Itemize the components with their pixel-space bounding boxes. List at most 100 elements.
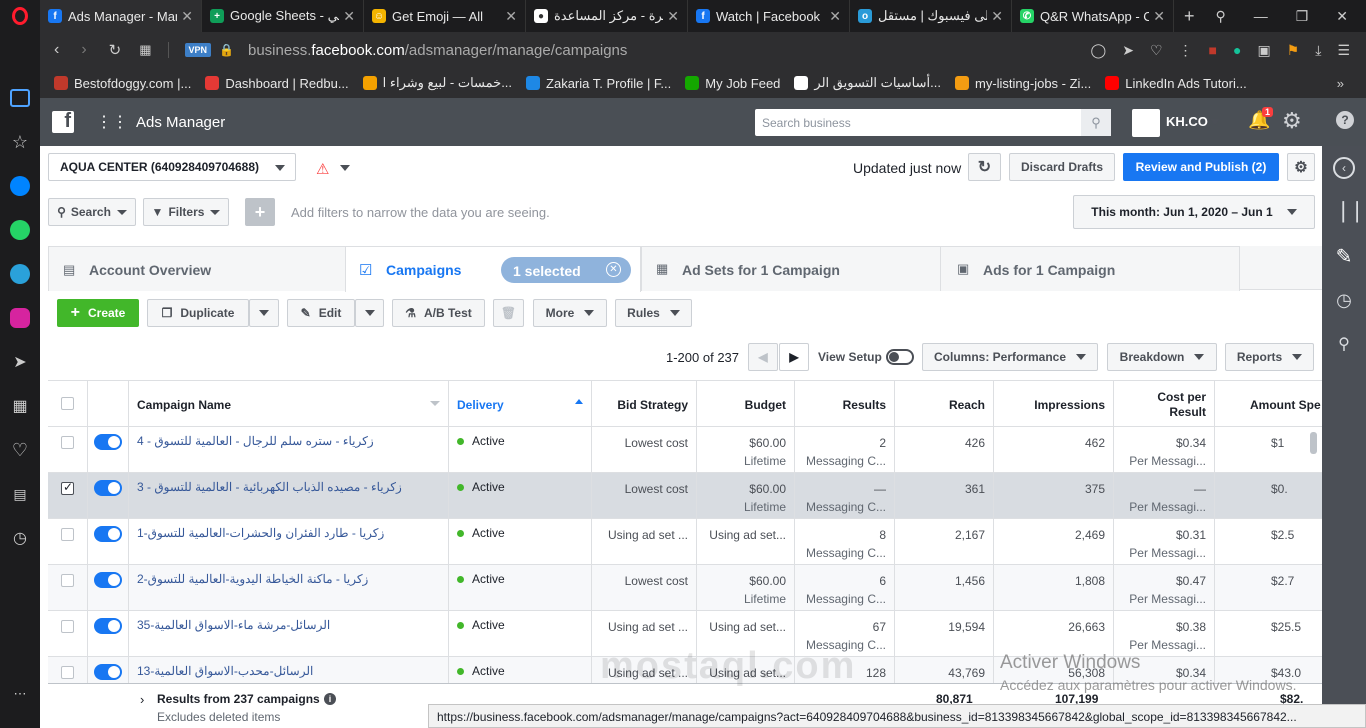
settings-button[interactable]: ⚙ (1287, 153, 1315, 181)
edit-dropdown[interactable] (355, 299, 384, 327)
budget-value[interactable]: Using ad set... (709, 620, 786, 634)
add-filter-button[interactable]: + (245, 198, 275, 226)
ab-test-button[interactable]: ⚗ A/B Test (392, 299, 485, 327)
campaign-toggle[interactable] (94, 480, 122, 496)
row-checkbox[interactable] (61, 436, 74, 449)
budget-value[interactable]: Using ad set... (709, 528, 786, 542)
tab-close-icon[interactable]: ✕ (1153, 8, 1165, 25)
warning-icon[interactable]: ⚠ (316, 160, 329, 178)
reports-button[interactable]: Reports (1225, 343, 1314, 371)
minimize-icon[interactable]: — (1254, 8, 1268, 25)
campaign-name-link[interactable]: 4 - زكرياء - ستره سلم للرجال - العالمية … (137, 434, 374, 448)
row-checkbox[interactable] (61, 528, 74, 541)
prev-page-button[interactable]: ◀ (748, 343, 778, 371)
columns-button[interactable]: Columns: Performance (922, 343, 1098, 371)
tab-account-overview[interactable]: ▤ Account Overview (48, 246, 346, 291)
charts-icon[interactable]: ▕▕ (1322, 190, 1366, 234)
campaign-name-link[interactable]: 35-الرسائل-مرشة ماء-الاسواق العالمية (137, 618, 330, 632)
inspect-icon[interactable]: ⚲ (1322, 322, 1366, 366)
header-bid-strategy[interactable]: Bid Strategy (592, 381, 697, 426)
send-icon[interactable]: ➤ (1122, 42, 1134, 59)
sidebar-more-icon[interactable]: ⋯ (0, 672, 40, 716)
header-amount-spent[interactable]: Amount Spe (1215, 381, 1322, 426)
bookmark-item[interactable]: Zakaria T. Profile | F... (526, 75, 671, 91)
campaign-toggle[interactable] (94, 664, 122, 680)
tab-ads[interactable]: ▣ Ads for 1 Campaign (940, 246, 1240, 291)
breakdown-button[interactable]: Breakdown (1107, 343, 1217, 371)
campaign-toggle[interactable] (94, 572, 122, 588)
table-row[interactable]: ✓ 3 - زكرياء - مصيده الذباب الكهربائية -… (48, 473, 1322, 519)
bookmark-item[interactable]: أساسيات التسويق الر... (794, 75, 941, 91)
browser-tab[interactable]: f Watch | Facebook ✕ (688, 0, 850, 32)
gear-icon[interactable]: ⚙ (1282, 108, 1302, 134)
campaign-toggle[interactable] (94, 526, 122, 542)
filter-placeholder[interactable]: Add filters to narrow the data you are s… (291, 205, 550, 220)
clear-selection-icon[interactable]: ✕ (606, 262, 621, 277)
discard-drafts-button[interactable]: Discard Drafts (1009, 153, 1115, 181)
search-button[interactable]: ⚲ Search (48, 198, 136, 226)
duplicate-dropdown[interactable] (249, 299, 279, 327)
rules-button[interactable]: Rules (615, 299, 692, 327)
heart-icon[interactable]: ♡ (1150, 42, 1163, 59)
whatsapp-icon[interactable] (0, 208, 40, 252)
bookmark-item[interactable]: LinkedIn Ads Tutori... (1105, 75, 1247, 91)
refresh-button[interactable]: ↻ (968, 153, 1001, 181)
tab-close-icon[interactable]: ✕ (829, 8, 841, 25)
tab-close-icon[interactable]: ✕ (667, 8, 679, 25)
search-tabs-icon[interactable]: ⚲ (1215, 8, 1225, 25)
campaign-name-link[interactable]: 1-زكريا - طارد الفئران والحشرات-العالمية… (137, 526, 384, 540)
budget-value[interactable]: $60.00 (749, 574, 786, 588)
easy-setup-icon[interactable]: ☰ (1337, 42, 1350, 59)
star-icon[interactable]: ☆ (0, 120, 40, 164)
close-window-icon[interactable]: ✕ (1336, 8, 1348, 25)
row-checkbox[interactable] (61, 574, 74, 587)
campaign-name-link[interactable]: 2-زكريا - ماكنة الخياطة اليدوية-العالمية… (137, 572, 368, 586)
more-bookmarks-icon[interactable]: » (1337, 76, 1366, 91)
budget-value[interactable]: $60.00 (749, 436, 786, 450)
browser-tab[interactable]: f Ads Manager - Man ✕ (40, 0, 202, 32)
extension-icon[interactable]: ▣ (1257, 42, 1270, 59)
business-search-input[interactable]: Search business ⚲ (755, 109, 1111, 136)
grammarly-icon[interactable]: ● (1233, 42, 1241, 59)
pencil-icon[interactable]: ✎ (1322, 234, 1366, 278)
warning-chevron-icon[interactable] (340, 165, 350, 171)
select-all-checkbox[interactable] (61, 397, 74, 410)
app-name[interactable]: Ads Manager (136, 114, 225, 131)
campaign-name-link[interactable]: 13-الرسائل-محدب-الاسواق العالمية (137, 664, 313, 678)
tab-close-icon[interactable]: ✕ (343, 8, 355, 25)
tab-close-icon[interactable]: ✕ (181, 8, 193, 25)
browser-tab[interactable]: + Google Sheets - الي ✕ (202, 0, 364, 32)
collapse-rail-icon[interactable]: ‹ (1322, 146, 1366, 190)
apps-grid-icon[interactable]: ▦ (0, 384, 40, 428)
bookmark-item[interactable]: Bestofdoggy.com |... (54, 75, 191, 91)
table-scrollbar[interactable] (1310, 432, 1317, 454)
business-avatar[interactable] (1132, 109, 1160, 137)
extension-bookmark-icon[interactable]: ⚑ (1287, 42, 1300, 59)
account-chevron-icon[interactable] (1210, 119, 1220, 125)
header-delivery[interactable]: Delivery (449, 381, 592, 426)
apps-menu-icon[interactable]: ⋮⋮ (96, 112, 128, 132)
browser-tab[interactable]: ☺ Get Emoji — All ✕ (364, 0, 526, 32)
row-checkbox[interactable] (61, 666, 74, 679)
menu-icon[interactable]: ⋮ (1179, 42, 1193, 59)
campaign-toggle[interactable] (94, 434, 122, 450)
campaign-toggle[interactable] (94, 618, 122, 634)
table-row[interactable]: 4 - زكرياء - ستره سلم للرجال - العالمية … (48, 427, 1322, 473)
create-button[interactable]: + Create (57, 299, 139, 327)
bookmark-item[interactable]: خمسات - لبيع وشراء ا... (362, 75, 512, 91)
search-icon[interactable]: ⚲ (1081, 109, 1111, 136)
delete-button[interactable]: 🗑 (493, 299, 524, 327)
review-publish-button[interactable]: Review and Publish (2) (1123, 153, 1279, 181)
selection-pill[interactable]: 1 selected ✕ (501, 257, 631, 283)
bookmark-item[interactable]: my-listing-jobs - Zi... (954, 75, 1091, 91)
tab-close-icon[interactable]: ✕ (505, 8, 517, 25)
tabs-grid-icon[interactable]: ▦ (139, 42, 151, 58)
tab-ad-sets[interactable]: ▦ Ad Sets for 1 Campaign (641, 246, 941, 291)
reload-icon[interactable]: ↻ (109, 41, 122, 59)
camera-icon[interactable]: ◯ (1091, 42, 1107, 59)
tab-close-icon[interactable]: ✕ (991, 8, 1003, 25)
home-icon[interactable] (0, 76, 40, 120)
help-icon[interactable]: ? (1336, 111, 1354, 129)
flow-icon[interactable]: ➤ (0, 340, 40, 384)
tab-campaigns[interactable]: ☑ Campaigns 1 selected ✕ (345, 246, 641, 292)
